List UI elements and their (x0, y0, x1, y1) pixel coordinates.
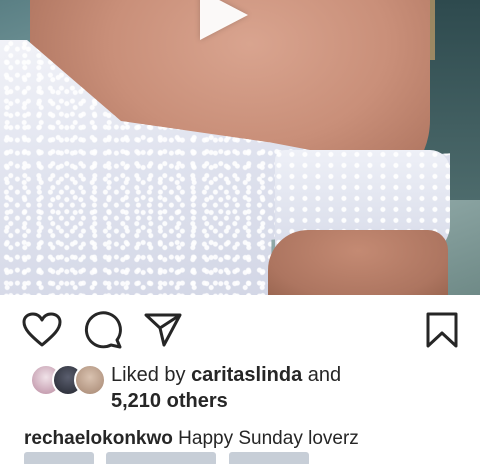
caption-text: Happy Sunday loverz (178, 428, 359, 449)
action-bar (0, 295, 480, 365)
bookmark-icon[interactable] (425, 311, 459, 349)
post-video[interactable] (0, 0, 480, 295)
liker-username[interactable]: caritaslinda (191, 364, 302, 386)
heart-icon[interactable] (22, 312, 62, 348)
liker-avatars[interactable] (30, 364, 110, 398)
liked-by-prefix: Liked by (111, 364, 186, 386)
send-icon[interactable] (144, 312, 182, 348)
cropped-text (228, 452, 309, 464)
arm (268, 230, 448, 295)
likes-section: Liked by caritaslinda and 5,210 others (30, 362, 470, 432)
liked-by-line: Liked by caritaslinda and (111, 362, 341, 388)
caption-overflow-line (24, 452, 324, 464)
play-icon[interactable] (200, 0, 248, 40)
avatar (74, 364, 106, 396)
comment-icon[interactable] (83, 311, 123, 349)
liked-by-conjunction: and (307, 364, 342, 386)
cropped-text (106, 452, 217, 464)
likes-count[interactable]: 5,210 others (111, 388, 228, 414)
cropped-text (24, 452, 94, 464)
caption: rechaelokonkwo Happy Sunday loverz (24, 426, 359, 452)
caption-username[interactable]: rechaelokonkwo (24, 428, 173, 449)
